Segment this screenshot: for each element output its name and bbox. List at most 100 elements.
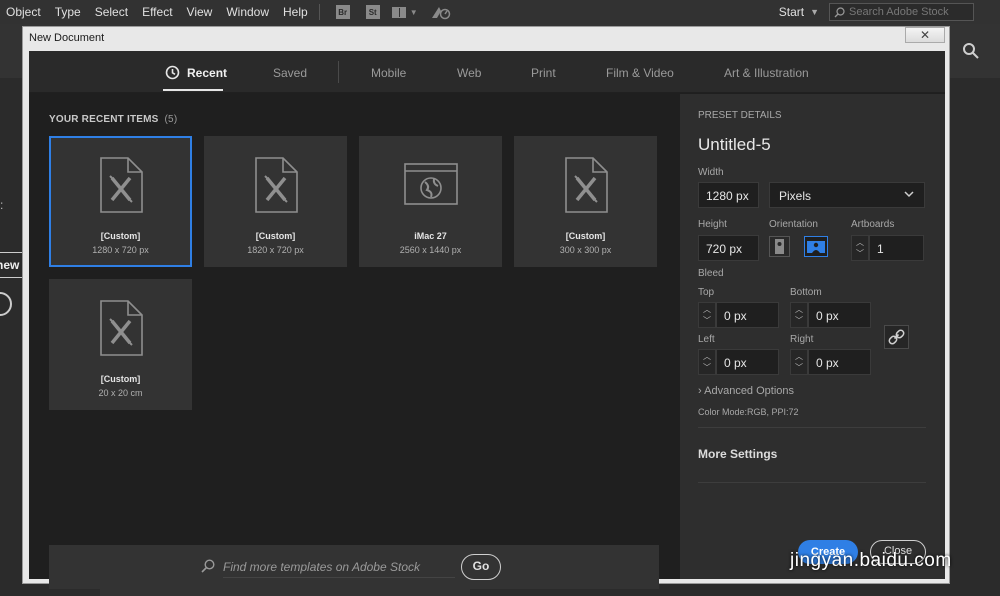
recent-item-name: [Custom] (100, 231, 141, 241)
template-search-underline (223, 577, 455, 578)
workspace-start-button[interactable]: Start (773, 5, 810, 19)
menu-effect[interactable]: Effect (135, 5, 179, 19)
document-name-field[interactable]: Untitled-5 (698, 135, 771, 155)
bleed-bottom-label: Bottom (790, 287, 822, 298)
recent-items-panel: YOUR RECENT ITEMS (5) [Custom] 1280 x 720… (29, 94, 679, 589)
menu-window[interactable]: Window (219, 5, 276, 19)
stepper-down-icon[interactable]: ﹀ (703, 317, 711, 325)
recent-items-count: (5) (164, 114, 178, 125)
document-pencil-icon (99, 157, 143, 213)
recent-item-card[interactable]: [Custom] 300 x 300 px (514, 136, 657, 267)
new-document-dialog: New Document ✕ Recent Saved Mobile Web P… (22, 26, 950, 589)
dialog-close-button[interactable]: ✕ (905, 27, 945, 43)
chevron-down-icon[interactable]: ▼ (810, 7, 819, 17)
recent-item-size: 1280 x 720 px (92, 245, 149, 255)
recent-item-name: [Custom] (255, 231, 296, 241)
stock-search-input[interactable]: Search Adobe Stock (829, 3, 974, 21)
advanced-options-label: Advanced Options (704, 385, 795, 397)
link-bleed-button[interactable] (884, 325, 909, 349)
height-label: Height (698, 219, 727, 230)
stepper-down-icon[interactable]: ﹀ (795, 364, 803, 372)
document-pencil-icon (564, 157, 608, 213)
search-icon (201, 559, 215, 573)
recent-item-card[interactable]: [Custom] 1820 x 720 px (204, 136, 347, 267)
stepper-down-icon[interactable]: ﹀ (703, 364, 711, 372)
bleed-left-input[interactable]: 0 px (716, 349, 779, 375)
recent-item-name: iMac 27 (414, 231, 447, 241)
bridge-icon[interactable]: Br (335, 5, 350, 19)
stepper-up-icon[interactable]: ︿ (856, 239, 864, 247)
stepper-up-icon[interactable]: ︿ (703, 306, 711, 314)
recent-item-card[interactable]: iMac 27 2560 x 1440 px (359, 136, 502, 267)
bleed-label: Bleed (698, 268, 724, 279)
height-input[interactable]: 720 px (698, 235, 759, 261)
stepper-down-icon[interactable]: ﹀ (856, 250, 864, 258)
bleed-top-label: Top (698, 287, 715, 298)
workspace-grid-icon[interactable] (391, 6, 406, 18)
stepper-up-icon[interactable]: ︿ (703, 353, 711, 361)
more-settings-link[interactable]: More Settings (698, 447, 777, 461)
stepper-down-icon[interactable]: ﹀ (795, 317, 803, 325)
menu-divider (318, 4, 320, 20)
bleed-left-stepper[interactable]: ︿ ﹀ (698, 349, 716, 375)
portrait-icon (775, 239, 784, 254)
chevron-down-icon[interactable]: ▼ (410, 8, 418, 17)
active-tab-indicator (163, 89, 223, 91)
recent-item-name: [Custom] (565, 231, 606, 241)
artboards-input[interactable]: 1 (869, 235, 924, 261)
dialog-title: New Document (29, 32, 105, 44)
recent-item-size: 1820 x 720 px (247, 245, 304, 255)
bleed-bottom-input[interactable]: 0 px (808, 302, 871, 328)
background-circle-icon (0, 292, 12, 316)
bleed-top-stepper[interactable]: ︿ ﹀ (698, 302, 716, 328)
gpu-performance-icon[interactable] (430, 4, 452, 20)
recent-item-card[interactable]: [Custom] 20 x 20 cm (49, 279, 192, 410)
advanced-options-toggle[interactable]: › Advanced Options (698, 385, 794, 397)
bleed-right-input[interactable]: 0 px (808, 349, 871, 375)
menu-view[interactable]: View (180, 5, 220, 19)
chevron-down-icon (904, 191, 914, 198)
menu-select[interactable]: Select (88, 5, 135, 19)
portrait-orientation-button[interactable] (769, 236, 790, 257)
color-mode-info: Color Mode:RGB, PPI:72 (698, 407, 799, 417)
width-input[interactable]: 1280 px (698, 182, 759, 208)
template-search-input[interactable]: Find more templates on Adobe Stock (223, 560, 420, 574)
menu-type[interactable]: Type (48, 5, 88, 19)
recent-item-name: [Custom] (100, 374, 141, 384)
browser-globe-icon (403, 163, 458, 205)
tab-mobile[interactable]: Mobile (371, 66, 406, 80)
tab-recent[interactable]: Recent (187, 66, 227, 80)
landscape-icon (807, 241, 825, 253)
bleed-left-label: Left (698, 334, 715, 345)
stock-icon[interactable]: St (365, 5, 380, 19)
background-new-button: new (0, 252, 24, 278)
stepper-up-icon[interactable]: ︿ (795, 353, 803, 361)
recent-item-size: 300 x 300 px (559, 245, 612, 255)
divider (698, 427, 926, 428)
menu-bar: Object Type Select Effect View Window He… (0, 0, 1000, 24)
bleed-bottom-stepper[interactable]: ︿ ﹀ (790, 302, 808, 328)
artboards-stepper[interactable]: ︿ ﹀ (851, 235, 869, 261)
preset-tabs: Recent Saved Mobile Web Print Film & Vid… (29, 51, 945, 93)
bleed-right-stepper[interactable]: ︿ ﹀ (790, 349, 808, 375)
recent-item-card[interactable]: [Custom] 1280 x 720 px (49, 136, 192, 267)
link-icon (888, 329, 905, 345)
menu-help[interactable]: Help (276, 5, 315, 19)
watermark: jingyan.baidu.com (790, 550, 952, 571)
unit-select[interactable]: Pixels (769, 182, 925, 208)
document-pencil-icon (254, 157, 298, 213)
tab-print[interactable]: Print (531, 66, 556, 80)
tab-art-illustration[interactable]: Art & Illustration (724, 66, 809, 80)
tab-saved[interactable]: Saved (273, 66, 307, 80)
preset-details-heading: PRESET DETAILS (698, 110, 782, 121)
stepper-up-icon[interactable]: ︿ (795, 306, 803, 314)
search-icon (834, 6, 845, 17)
tab-film-video[interactable]: Film & Video (606, 66, 674, 80)
document-pencil-icon (99, 300, 143, 356)
tab-web[interactable]: Web (457, 66, 481, 80)
menu-object[interactable]: Object (0, 5, 48, 19)
bleed-top-input[interactable]: 0 px (716, 302, 779, 328)
landscape-orientation-button[interactable] (804, 236, 828, 257)
go-button[interactable]: Go (461, 554, 501, 580)
preset-details-panel: PRESET DETAILS Untitled-5 Width 1280 px … (680, 94, 945, 579)
